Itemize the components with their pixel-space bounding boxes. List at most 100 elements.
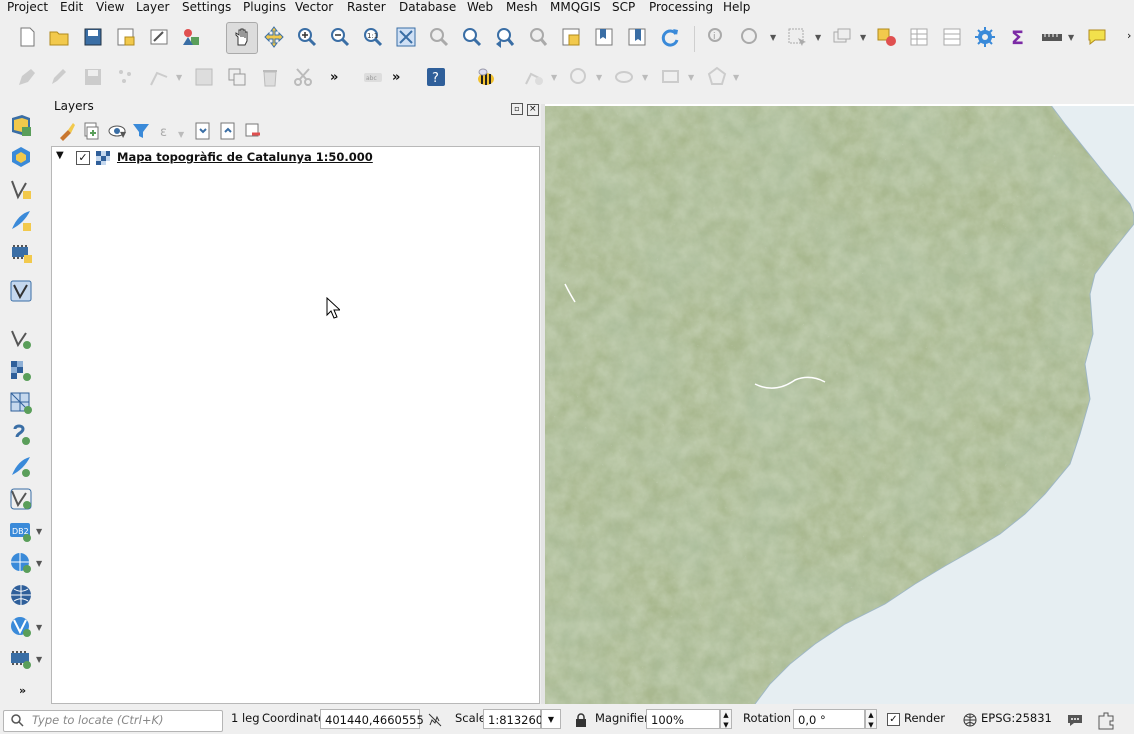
toolbar-overflow-icon[interactable]: › [1127,29,1131,42]
zoom-in-icon[interactable] [294,24,320,50]
new-virtual-layer-icon[interactable] [8,240,34,266]
remove-layer-icon[interactable] [240,118,266,144]
new-shapefile-icon[interactable] [8,176,34,202]
add-delimited-text-icon[interactable] [8,422,34,448]
add-ellipse-icon[interactable] [612,64,638,90]
menu-web[interactable]: Web [467,0,493,16]
zoom-last-icon[interactable] [492,24,518,50]
toolbar-more-button[interactable]: » [330,70,338,85]
save-project-icon[interactable] [80,24,106,50]
add-point-feature-icon[interactable] [113,64,139,90]
scale-field[interactable]: 1:813260 [483,709,543,729]
coordinate-field[interactable]: 401440,4660555 [320,709,424,729]
deselect-icon[interactable] [829,24,855,50]
messages-icon[interactable] [1066,712,1084,731]
chevron-down-icon[interactable]: ▼ [815,33,821,42]
extents-toggle-icon[interactable] [427,712,443,731]
rotation-field[interactable]: 0,0 ° [793,709,865,729]
data-source-manager-icon[interactable] [8,112,34,138]
toggle-editing-icon[interactable] [46,64,72,90]
measure-line-icon[interactable] [1039,24,1065,50]
zoom-out-icon[interactable] [327,24,353,50]
map-tips-icon[interactable] [1084,24,1110,50]
close-panel-icon[interactable]: × [526,104,539,116]
add-vector-layer-icon[interactable] [8,326,34,352]
field-calculator-icon[interactable] [939,24,965,50]
layer-row[interactable]: ▼ ✓ Mapa topogràfic de Catalunya 1:50.00… [52,149,532,167]
filter-expression-icon[interactable]: ε [154,118,180,144]
new-map-view-icon[interactable] [558,24,584,50]
render-checkbox[interactable]: ✓ [887,713,900,726]
new-bookmark-icon[interactable] [591,24,617,50]
save-layer-edits-icon[interactable] [80,64,106,90]
modify-attributes-icon[interactable] [191,64,217,90]
pan-to-selection-icon[interactable] [261,24,287,50]
new-project-icon[interactable] [14,24,40,50]
chevron-down-icon[interactable]: ▼ [860,33,866,42]
add-raster-layer-icon[interactable] [8,358,34,384]
bee-plugin-icon[interactable] [472,64,498,90]
layers-tree[interactable]: ▼ ✓ Mapa topogràfic de Catalunya 1:50.00… [51,146,540,704]
add-spatialite-layer-icon[interactable] [8,454,34,480]
zoom-full-icon[interactable] [393,24,419,50]
chevron-down-icon[interactable]: ▼ [733,73,739,82]
float-panel-icon[interactable]: ▫ [511,103,523,115]
add-virtual-layer-icon[interactable] [8,486,34,512]
select-features-icon[interactable] [784,24,810,50]
layer-name[interactable]: Mapa topogràfic de Catalunya 1:50.000 [117,150,373,164]
lock-icon[interactable] [575,713,587,730]
add-wfs-layer-icon[interactable] [8,614,34,640]
copy-features-icon[interactable] [224,64,250,90]
statistics-sigma-icon[interactable]: Σ [1005,24,1031,50]
filter-legend-icon[interactable] [128,118,154,144]
plugin-update-icon[interactable] [1096,710,1118,733]
zoom-native-icon[interactable]: 1:1 [360,24,386,50]
deselect-all-icon[interactable] [874,24,900,50]
add-rectangle-icon[interactable] [658,64,684,90]
style-manager-icon[interactable] [178,24,204,50]
chevron-down-icon[interactable]: ▼ [36,527,42,536]
chevron-down-icon[interactable]: ▼ [36,655,42,664]
menu-edit[interactable]: Edit [60,0,83,16]
magnifier-spinner[interactable]: ▲ ▼ [720,709,732,729]
menu-scp[interactable]: SCP [612,0,635,16]
layer-visibility-checkbox[interactable]: ✓ [76,151,90,165]
processing-toolbox-icon[interactable] [972,24,998,50]
scale-dropdown[interactable]: ▼ [541,709,561,729]
chevron-down-icon[interactable]: ▼ [642,73,648,82]
chevron-down-icon[interactable]: ▼ [551,73,557,82]
expand-arrow-icon[interactable]: ▼ [56,150,64,161]
chevron-down-icon[interactable]: ▼ [36,623,42,632]
zoom-selection-icon[interactable] [426,24,452,50]
menu-database[interactable]: Database [399,0,456,16]
refresh-icon[interactable] [657,24,683,50]
add-regular-polygon-icon[interactable] [704,64,730,90]
identify-icon[interactable]: i [704,24,730,50]
menu-layer[interactable]: Layer [136,0,169,16]
map-canvas[interactable] [545,104,1134,704]
add-group-icon[interactable] [78,118,104,144]
zoom-next-icon[interactable] [525,24,551,50]
menu-help[interactable]: Help [723,0,750,16]
style-panel-icon[interactable] [54,118,80,144]
add-arcgis-layer-icon[interactable] [8,646,34,672]
chevron-down-icon[interactable]: ▼ [176,73,182,82]
chevron-down-icon[interactable]: ▼ [120,130,126,139]
add-wms-layer-icon[interactable] [8,550,34,576]
cut-features-icon[interactable] [290,64,316,90]
toolbar-more-button[interactable]: » [19,684,26,697]
menu-view[interactable]: View [96,0,124,16]
chevron-down-icon[interactable]: ▼ [178,130,184,139]
add-db2-layer-icon[interactable]: DB2 [8,518,34,544]
menu-mmqgis[interactable]: MMQGIS [550,0,601,16]
menu-plugins[interactable]: Plugins [243,0,286,16]
current-edits-icon[interactable] [14,64,40,90]
pan-map-icon[interactable] [226,22,258,54]
new-spatialite-icon[interactable] [8,208,34,234]
toolbar-more-button[interactable]: » [392,70,400,85]
add-mesh-layer-icon[interactable] [8,390,34,416]
magnifier-field[interactable]: 100% [646,709,720,729]
menu-mesh[interactable]: Mesh [506,0,538,16]
show-bookmarks-icon[interactable] [624,24,650,50]
menu-settings[interactable]: Settings [182,0,231,16]
